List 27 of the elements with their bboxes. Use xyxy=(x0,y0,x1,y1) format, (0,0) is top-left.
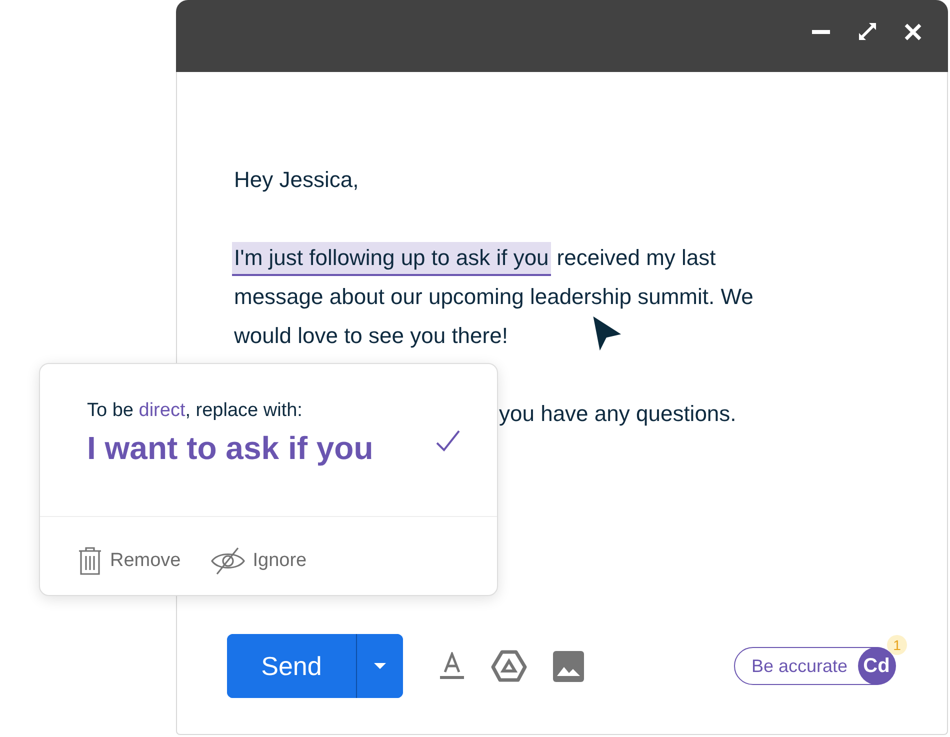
hidden-eye-icon xyxy=(210,547,245,575)
assistant-avatar: Cd xyxy=(858,647,896,685)
highlighted-phrase[interactable]: I'm just following up to ask if you xyxy=(232,242,551,276)
body-text-line: message about our upcoming leadership summit. We xyxy=(234,283,754,311)
body-text-line: you have any questions. xyxy=(499,400,736,428)
close-button[interactable] xyxy=(902,21,924,43)
remove-button[interactable]: Remove xyxy=(78,546,181,576)
body-text-line: would love to see you there! xyxy=(234,322,508,350)
replacement-suggestion[interactable]: I want to ask if you xyxy=(87,430,374,467)
photo-button[interactable] xyxy=(553,650,584,682)
count-badge: 1 xyxy=(887,635,907,655)
greeting-text: Hey Jessica, xyxy=(234,166,359,194)
formatting-button[interactable] xyxy=(439,652,465,680)
check-icon[interactable] xyxy=(436,430,460,452)
image-icon xyxy=(553,650,584,682)
minimize-icon xyxy=(812,30,830,34)
trash-icon xyxy=(78,546,102,576)
ignore-button[interactable]: Ignore xyxy=(210,547,307,575)
expand-icon xyxy=(857,22,877,42)
pill-label: Be accurate xyxy=(751,656,848,676)
expand-button[interactable] xyxy=(856,21,878,43)
caret-icon xyxy=(374,663,386,669)
text-format-icon xyxy=(439,652,465,680)
body-text-line: received my last xyxy=(556,244,716,272)
close-icon xyxy=(904,23,922,41)
assistant-pill[interactable]: Be accurate Cd xyxy=(734,647,895,685)
suggestion-intro: To be direct, replace with: xyxy=(87,400,304,422)
